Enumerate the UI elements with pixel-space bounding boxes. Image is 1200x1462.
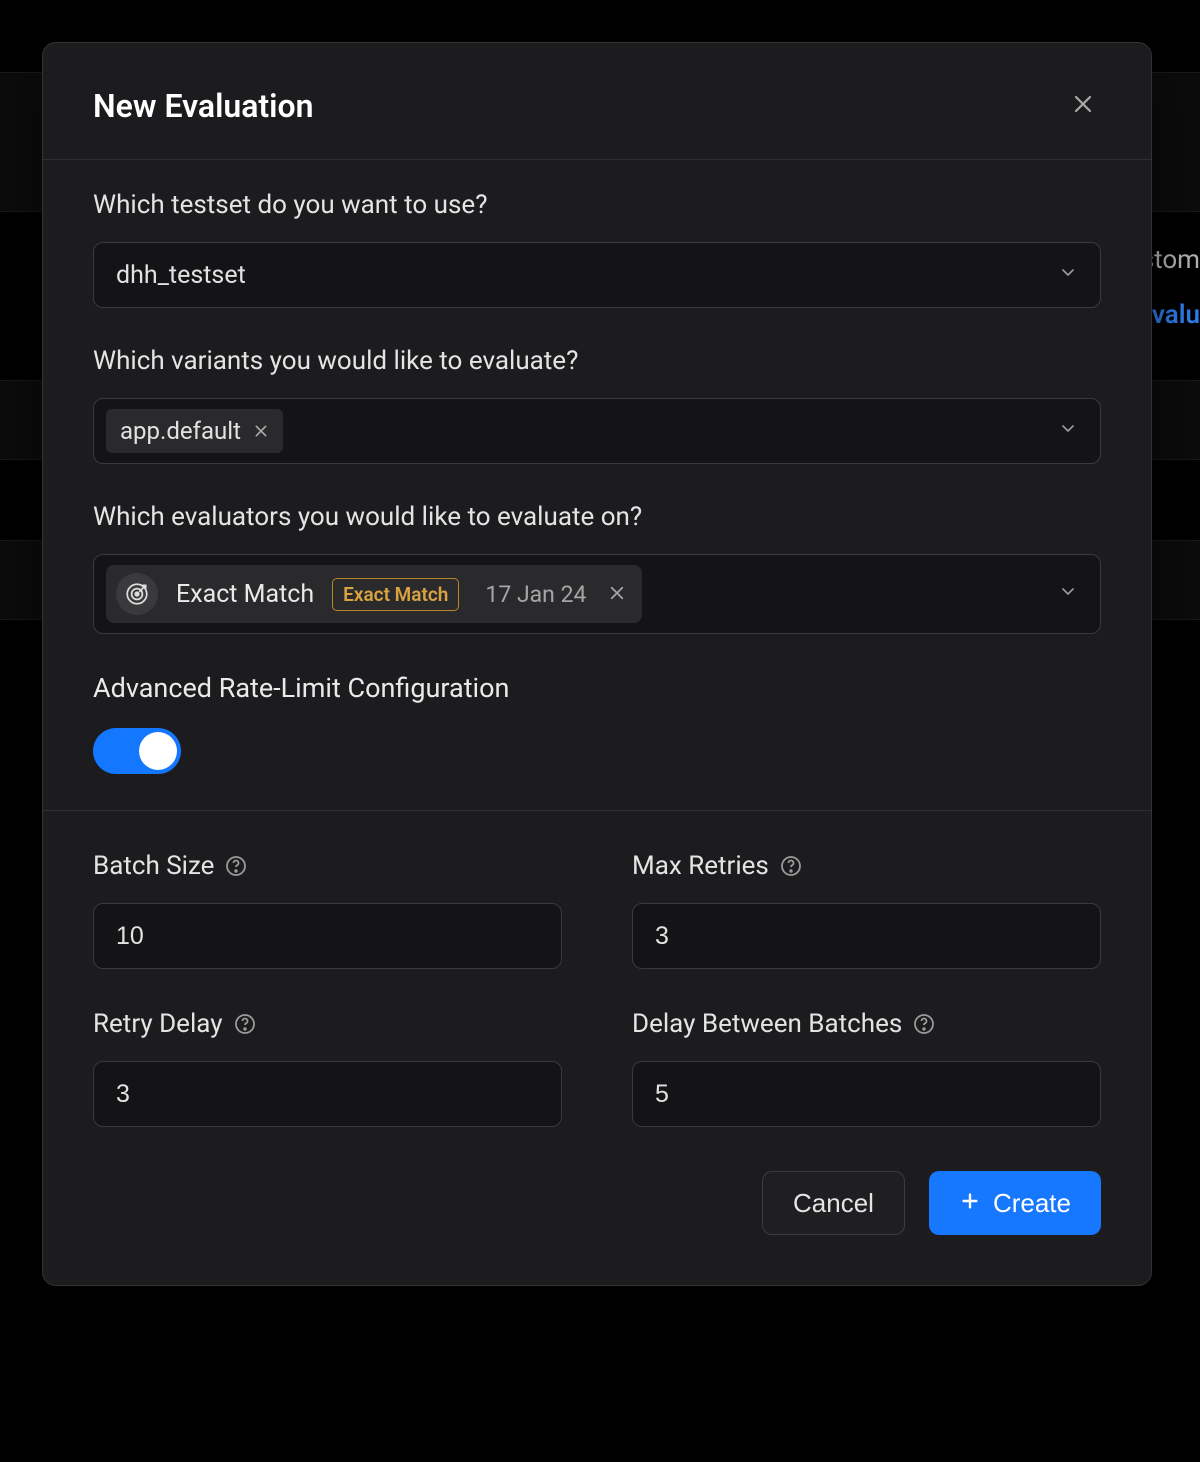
evaluators-label: Which evaluators you would like to evalu… [93, 502, 1101, 532]
close-icon [1071, 92, 1095, 120]
max-retries-field: Max Retries [632, 851, 1101, 969]
variants-label: Which variants you would like to evaluat… [93, 346, 1101, 376]
new-evaluation-modal: New Evaluation Which testset do you want… [42, 42, 1152, 1286]
delay-between-batches-label: Delay Between Batches [632, 1009, 902, 1039]
variant-tag-label: app.default [120, 417, 241, 445]
target-icon [116, 573, 158, 615]
delay-between-batches-field: Delay Between Batches [632, 1009, 1101, 1127]
help-icon[interactable] [224, 854, 248, 878]
chevron-down-icon [1058, 261, 1078, 290]
help-icon[interactable] [912, 1012, 936, 1036]
plus-icon [959, 1188, 981, 1219]
help-icon[interactable] [779, 854, 803, 878]
delay-between-batches-input[interactable] [632, 1061, 1101, 1127]
evaluator-chip-date: 17 Jan 24 [485, 581, 586, 608]
evaluator-chip-title: Exact Match [176, 580, 314, 609]
create-button[interactable]: Create [929, 1171, 1101, 1235]
variant-tag-remove[interactable] [253, 417, 269, 445]
cancel-button-label: Cancel [793, 1188, 874, 1219]
testset-value: dhh_testset [116, 261, 246, 290]
modal-header: New Evaluation [43, 43, 1151, 160]
evaluator-chip: Exact Match Exact Match 17 Jan 24 [106, 565, 642, 623]
retry-delay-label: Retry Delay [93, 1009, 223, 1039]
evaluators-select[interactable]: Exact Match Exact Match 17 Jan 24 [93, 554, 1101, 634]
rate-limit-toggle[interactable] [93, 728, 181, 774]
testset-field: Which testset do you want to use? dhh_te… [93, 190, 1101, 308]
modal-footer: Cancel Create [43, 1127, 1151, 1285]
variants-field: Which variants you would like to evaluat… [93, 346, 1101, 464]
retry-delay-input[interactable] [93, 1061, 562, 1127]
close-button[interactable] [1065, 88, 1101, 124]
testset-select[interactable]: dhh_testset [93, 242, 1101, 308]
toggle-knob [139, 732, 177, 770]
evaluator-chip-badge: Exact Match [332, 578, 459, 611]
chevron-down-icon [1058, 580, 1078, 609]
batch-size-label: Batch Size [93, 851, 214, 881]
retry-delay-field: Retry Delay [93, 1009, 562, 1127]
batch-size-field: Batch Size [93, 851, 562, 969]
variants-select[interactable]: app.default [93, 398, 1101, 464]
chevron-down-icon [1058, 417, 1078, 446]
modal-title: New Evaluation [93, 87, 313, 125]
batch-size-input[interactable] [93, 903, 562, 969]
help-icon[interactable] [233, 1012, 257, 1036]
rate-limit-section-title: Advanced Rate-Limit Configuration [93, 672, 1101, 704]
create-button-label: Create [993, 1188, 1071, 1219]
evaluators-field: Which evaluators you would like to evalu… [93, 502, 1101, 634]
testset-label: Which testset do you want to use? [93, 190, 1101, 220]
variant-tag: app.default [106, 409, 283, 453]
evaluator-chip-remove[interactable] [608, 580, 626, 609]
cancel-button[interactable]: Cancel [762, 1171, 905, 1235]
max-retries-label: Max Retries [632, 851, 769, 881]
max-retries-input[interactable] [632, 903, 1101, 969]
